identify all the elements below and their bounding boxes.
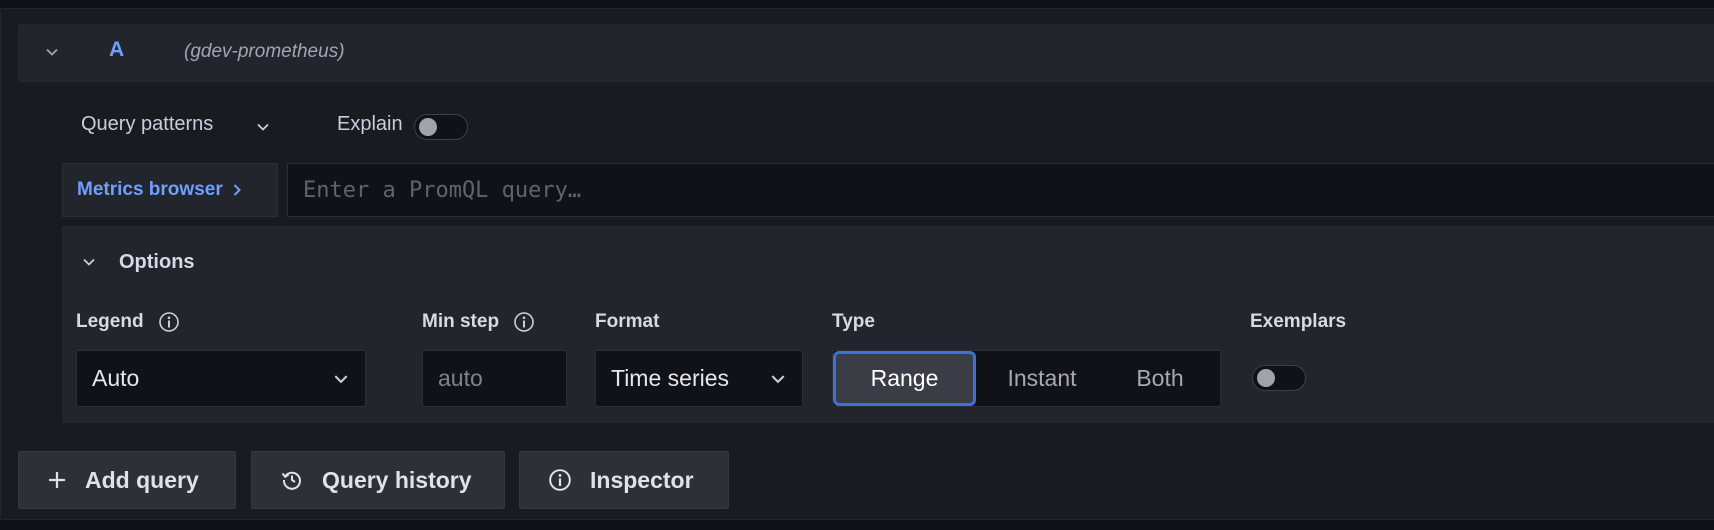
query-editor-screen: A (gdev-prometheus) Query patterns Expla…	[0, 0, 1714, 530]
legend-select[interactable]: Auto	[76, 350, 366, 407]
chevron-down-icon[interactable]	[39, 39, 65, 65]
query-patterns-button[interactable]: Query patterns	[81, 113, 213, 136]
exemplars-label: Exemplars	[1250, 311, 1347, 332]
format-select[interactable]: Time series	[595, 350, 803, 407]
inspector-label: Inspector	[590, 466, 694, 493]
explain-label: Explain	[337, 113, 403, 135]
min-step-label: Min step	[422, 311, 500, 332]
legend-label: Legend	[76, 311, 144, 332]
add-query-label: Add query	[85, 466, 199, 493]
info-icon[interactable]	[513, 311, 535, 333]
chevron-down-icon[interactable]	[78, 251, 100, 273]
format-select-value: Time series	[611, 365, 729, 391]
query-editor-panel: A (gdev-prometheus) Query patterns Expla…	[0, 8, 1714, 520]
metrics-browser-button[interactable]: Metrics browser	[62, 163, 278, 217]
format-label: Format	[595, 311, 660, 332]
type-option-both[interactable]: Both	[1105, 354, 1215, 403]
info-circle-icon	[548, 468, 572, 492]
metrics-browser-label: Metrics browser	[77, 179, 223, 200]
toggle-knob	[419, 118, 437, 136]
query-header: A (gdev-prometheus)	[18, 24, 1714, 82]
datasource-name: (gdev-prometheus)	[184, 41, 345, 62]
add-query-button[interactable]: Add query	[18, 451, 236, 509]
history-icon	[280, 468, 304, 492]
format-field-label: Format	[595, 311, 659, 333]
type-option-instant[interactable]: Instant	[979, 354, 1105, 403]
type-label: Type	[832, 311, 875, 332]
query-type-radio-group: Range Instant Both	[832, 350, 1221, 407]
type-field-label: Type	[832, 311, 875, 333]
min-step-field-label: Min step	[422, 311, 535, 333]
legend-field-label: Legend	[76, 311, 180, 333]
query-ref-id[interactable]: A	[109, 38, 124, 62]
exemplars-field-label: Exemplars	[1250, 311, 1346, 333]
query-history-label: Query history	[322, 466, 472, 493]
chevron-down-icon	[770, 371, 786, 387]
options-panel: Options Legend Auto Min step auto Format…	[62, 226, 1714, 423]
legend-select-value: Auto	[92, 365, 140, 391]
chevron-down-icon	[333, 371, 349, 387]
min-step-input[interactable]	[422, 350, 567, 407]
exemplars-toggle[interactable]	[1252, 365, 1306, 391]
explain-toggle[interactable]	[414, 114, 468, 140]
chevron-right-icon	[231, 183, 243, 197]
promql-query-input[interactable]	[287, 163, 1714, 217]
chevron-down-icon[interactable]	[253, 117, 273, 137]
inspector-button[interactable]: Inspector	[519, 451, 729, 509]
type-option-range[interactable]: Range	[833, 351, 976, 406]
toggle-knob	[1257, 369, 1275, 387]
info-icon[interactable]	[158, 311, 180, 333]
query-history-button[interactable]: Query history	[251, 451, 505, 509]
plus-icon	[47, 470, 67, 490]
options-toggle[interactable]: Options	[119, 251, 195, 274]
